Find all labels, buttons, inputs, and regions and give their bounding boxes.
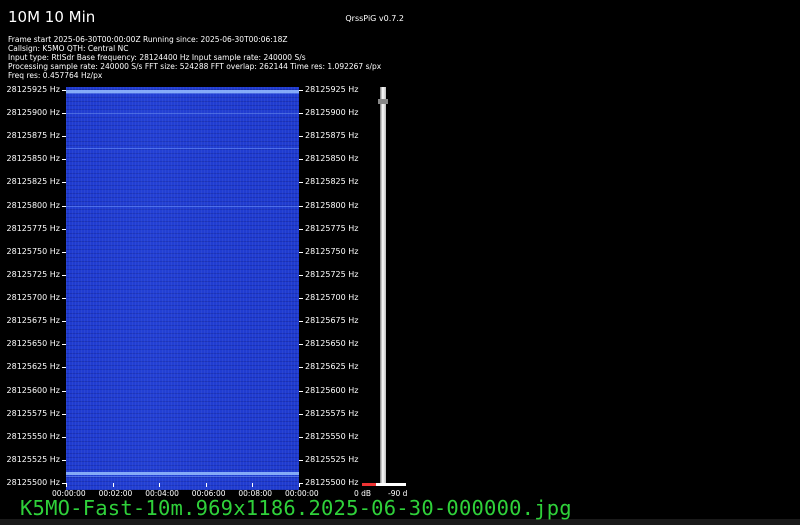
y-tick-label-left: 28125900 Hz (6, 108, 60, 118)
y-tick-label-right: 28125550 Hz (305, 431, 359, 441)
y-tick-label-left: 28125925 Hz (6, 85, 60, 94)
y-tick-label-right: 28125600 Hz (305, 385, 359, 395)
y-tick-label-left: 28125525 Hz (6, 454, 60, 464)
y-tick-label-right: 28125625 Hz (305, 362, 359, 372)
y-tick-mark (62, 159, 66, 160)
colorbar-red-segment (362, 483, 376, 486)
x-tick-mark (252, 483, 253, 487)
signal-trace (66, 93, 299, 94)
y-tick-mark (299, 229, 303, 230)
y-tick-label-left: 28125775 Hz (6, 223, 60, 233)
y-tick-mark (299, 275, 303, 276)
version-label: QrssPiG v0.7.2 (345, 14, 404, 23)
y-tick-label-left: 28125625 Hz (6, 362, 60, 372)
y-tick-mark (62, 414, 66, 415)
y-tick-label-right: 28125775 Hz (305, 223, 359, 233)
y-tick-mark (62, 182, 66, 183)
footer-filename: K5MO-Fast-10m.969x1186.2025-06-30-000000… (20, 496, 572, 520)
y-tick-label-left: 28125750 Hz (6, 246, 60, 256)
y-tick-mark (62, 367, 66, 368)
x-tick-mark (113, 483, 114, 487)
y-tick-mark (299, 252, 303, 253)
y-tick-label-right: 28125825 Hz (305, 177, 359, 187)
y-tick-mark (299, 159, 303, 160)
y-tick-mark (299, 367, 303, 368)
y-tick-label-right: 28125525 Hz (305, 454, 359, 464)
y-tick-label-left: 28125800 Hz (6, 200, 60, 210)
y-tick-label-right: 28125675 Hz (305, 316, 359, 326)
y-tick-label-left: 28125825 Hz (6, 177, 60, 187)
y-tick-label-right: 28125725 Hz (305, 269, 359, 279)
y-tick-label-left: 28125600 Hz (6, 385, 60, 395)
signal-trace (66, 476, 299, 477)
y-tick-mark (62, 229, 66, 230)
y-tick-label-right: 28125650 Hz (305, 339, 359, 349)
waterfall-spectrogram (66, 87, 299, 490)
y-tick-mark (299, 206, 303, 207)
y-tick-mark (62, 321, 66, 322)
colorbar-marker (378, 98, 388, 104)
y-tick-label-left: 28125675 Hz (6, 316, 60, 326)
info-freq-res: Freq res: 0.457764 Hz/px (8, 71, 103, 80)
y-tick-label-left: 28125850 Hz (6, 154, 60, 164)
y-tick-label-left: 28125700 Hz (6, 293, 60, 303)
y-tick-label-right: 28125875 Hz (305, 131, 359, 141)
y-tick-mark (299, 182, 303, 183)
x-tick-mark (159, 483, 160, 487)
y-tick-mark (62, 90, 66, 91)
y-tick-mark (62, 113, 66, 114)
y-tick-mark (299, 90, 303, 91)
y-tick-label-right: 28125575 Hz (305, 408, 359, 418)
y-tick-label-right: 28125500 Hz (305, 478, 359, 487)
signal-trace (66, 206, 299, 207)
x-tick-mark (206, 483, 207, 487)
y-tick-label-left: 28125725 Hz (6, 269, 60, 279)
y-tick-mark (62, 344, 66, 345)
signal-trace (66, 472, 299, 475)
x-tick-mark (66, 483, 67, 487)
y-tick-label-right: 28125850 Hz (305, 154, 359, 164)
y-tick-label-right: 28125900 Hz (305, 108, 359, 118)
y-tick-mark (62, 206, 66, 207)
y-tick-mark (299, 460, 303, 461)
y-tick-mark (299, 136, 303, 137)
y-tick-label-left: 28125575 Hz (6, 408, 60, 418)
y-tick-mark (299, 391, 303, 392)
y-tick-mark (299, 298, 303, 299)
y-tick-label-right: 28125700 Hz (305, 293, 359, 303)
y-tick-label-right: 28125800 Hz (305, 200, 359, 210)
y-tick-mark (299, 113, 303, 114)
y-tick-mark (299, 344, 303, 345)
y-tick-label-left: 28125650 Hz (6, 339, 60, 349)
y-tick-label-left: 28125500 Hz (6, 478, 60, 487)
signal-trace (66, 148, 299, 149)
y-tick-mark (62, 136, 66, 137)
y-tick-mark (62, 252, 66, 253)
y-tick-mark (62, 298, 66, 299)
y-tick-mark (62, 275, 66, 276)
y-tick-mark (62, 391, 66, 392)
y-tick-mark (62, 460, 66, 461)
y-tick-label-right: 28125750 Hz (305, 246, 359, 256)
x-tick-mark (299, 483, 300, 487)
y-tick-mark (299, 437, 303, 438)
y-tick-mark (62, 437, 66, 438)
y-tick-mark (299, 321, 303, 322)
y-tick-label-right: 28125925 Hz (305, 85, 359, 94)
y-tick-label-left: 28125875 Hz (6, 131, 60, 141)
y-tick-mark (299, 414, 303, 415)
signal-trace (66, 113, 299, 114)
colorbar (380, 87, 386, 483)
y-tick-label-left: 28125550 Hz (6, 431, 60, 441)
